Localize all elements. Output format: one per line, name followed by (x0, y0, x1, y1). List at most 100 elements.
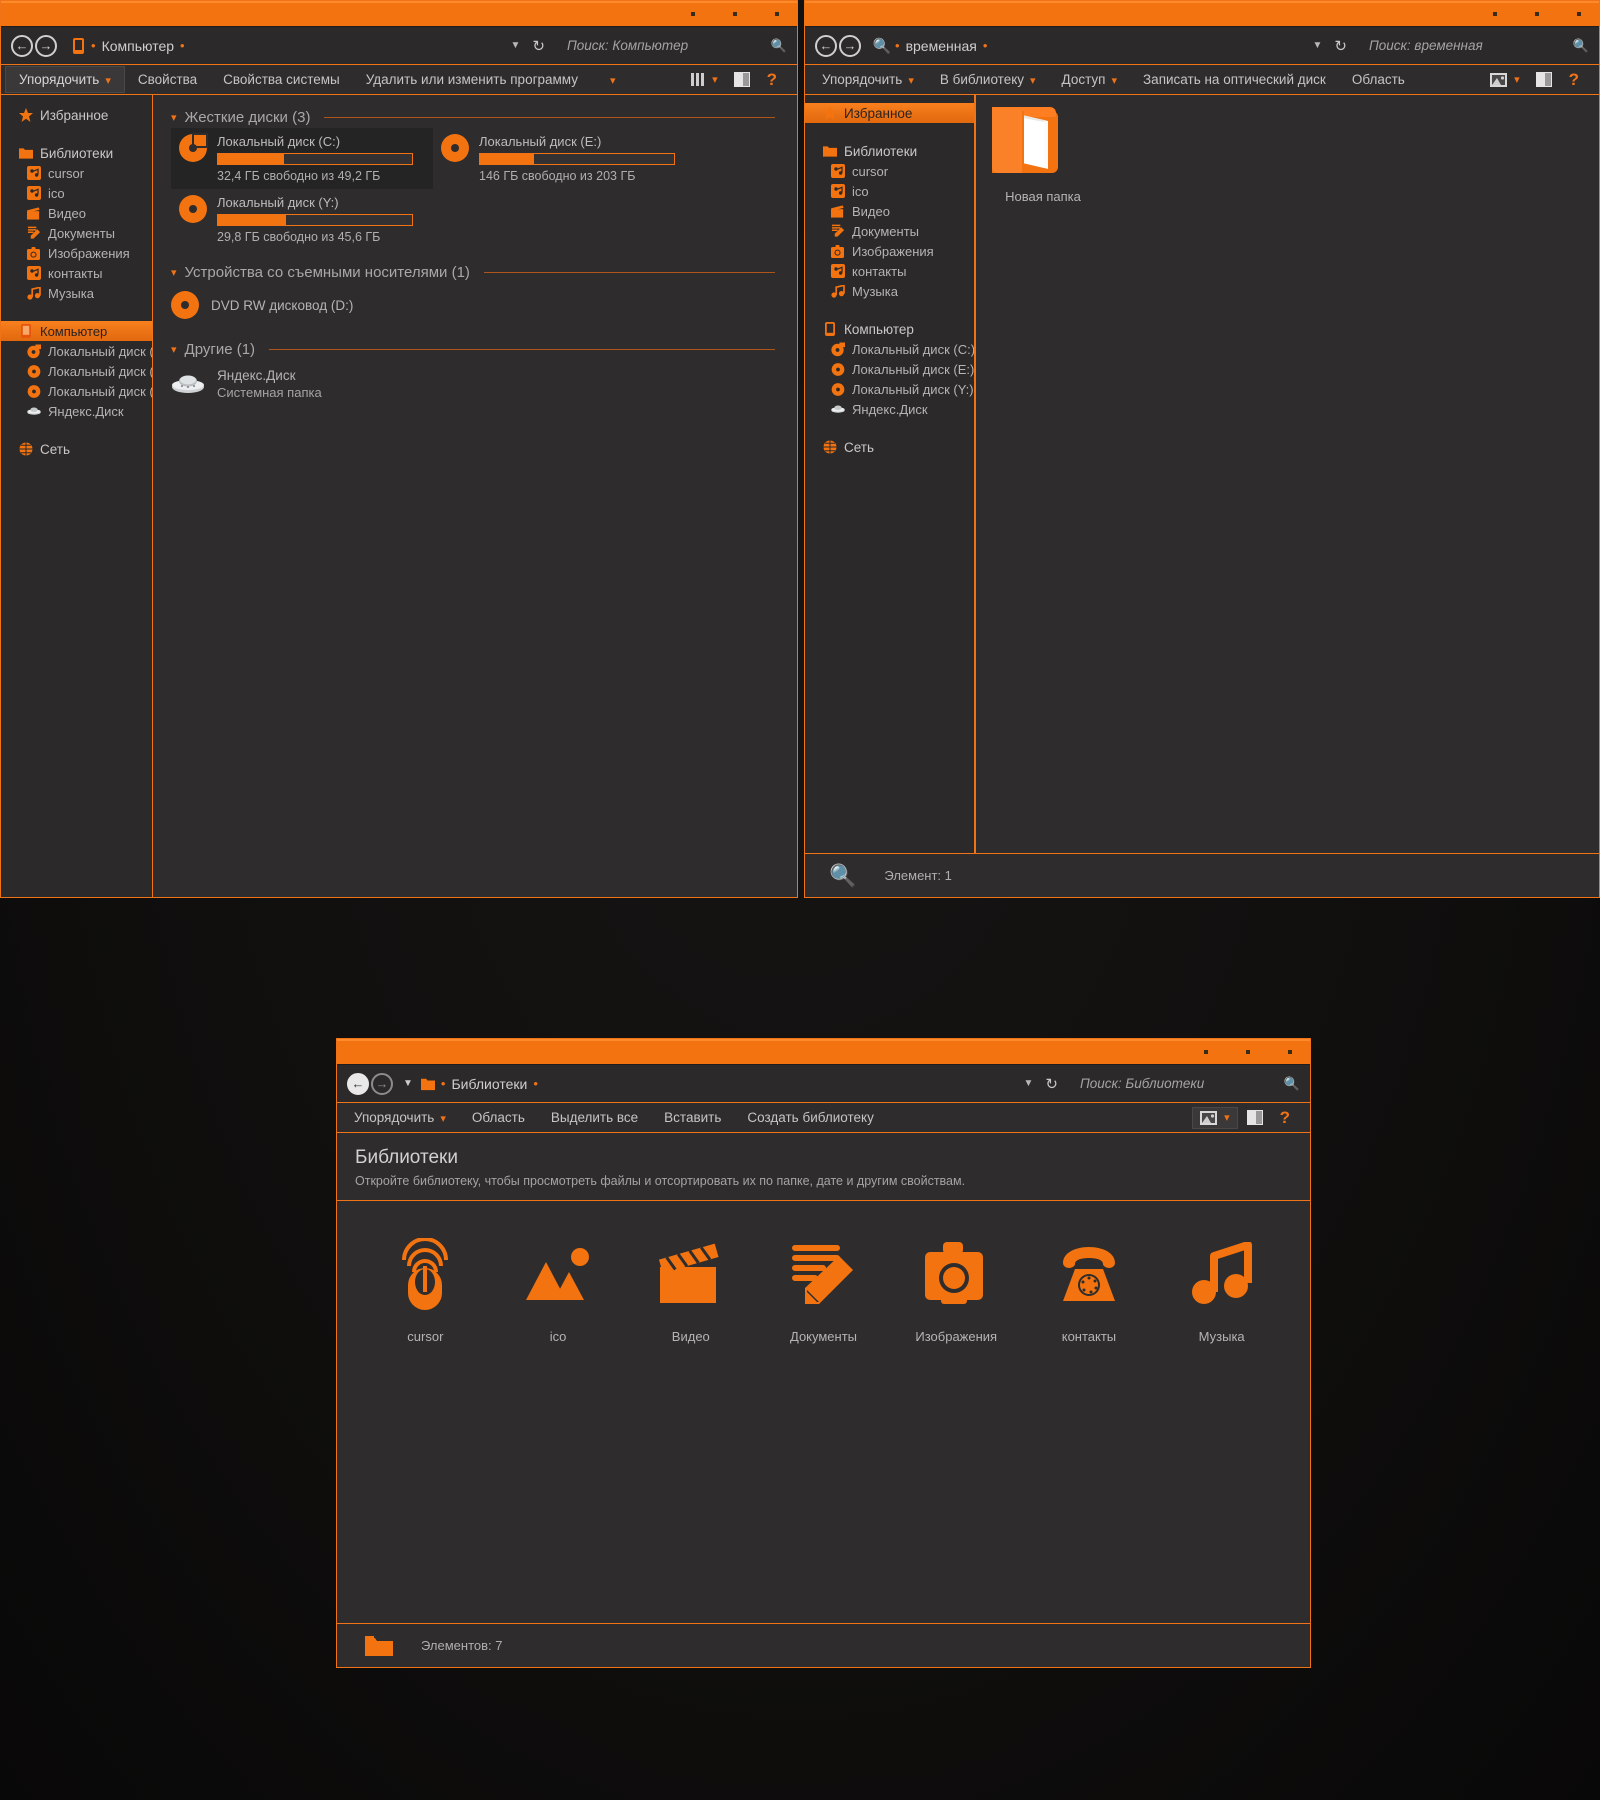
sidebar-library-list[interactable]: cursor ico Видео Документы Изображения контак… (805, 161, 974, 301)
forward-button[interactable]: → (839, 34, 861, 57)
sidebar-item-favorites[interactable]: Избранное (1, 105, 152, 125)
address-bar[interactable]: ← → 🔍 • временная • ▼ ↻ Поиск: временная… (805, 27, 1599, 65)
sidebar-item-drive[interactable]: Локальный диск (C:) (805, 339, 974, 359)
sidebar-item-drive[interactable]: Локальный диск (Y:) (805, 379, 974, 399)
view-mode-button[interactable]: ▾ (683, 69, 725, 90)
content-pane[interactable]: Новая папка (975, 95, 1599, 853)
sidebar-item-library[interactable]: ico (1, 183, 152, 203)
breadcrumb-label[interactable]: Библиотеки (451, 1076, 527, 1092)
sidebar-item-library[interactable]: Документы (1, 223, 152, 243)
pane-button[interactable]: Область (459, 1105, 538, 1130)
sidebar-item-network[interactable]: Сеть (805, 437, 974, 457)
sidebar-item-library[interactable]: Видео (805, 201, 974, 221)
refresh-icon[interactable]: ↻ (532, 37, 545, 55)
search-input[interactable]: Поиск: Компьютер 🔍 (557, 38, 787, 54)
toolbar[interactable]: Упорядочить ▾ Свойства Свойства системы У… (1, 65, 797, 95)
sidebar-item-libraries[interactable]: Библиотеки (1, 143, 152, 163)
content-pane[interactable]: ▾ Жесткие диски (3) Локальный диск (C:) … (153, 95, 797, 897)
sidebar-item-drive[interactable]: Локальный диск (C:) (1, 341, 152, 361)
library-grid[interactable]: cursor ico Видео Документы Изображения контак… (337, 1201, 1310, 1344)
to-library-button[interactable]: В библиотеку ▾ (927, 67, 1049, 92)
close-button[interactable] (1577, 12, 1581, 16)
select-all-button[interactable]: Выделить все (538, 1105, 651, 1130)
library-item[interactable]: Документы (763, 1235, 884, 1344)
window-temp-folder[interactable]: ← → 🔍 • временная • ▼ ↻ Поиск: временная… (804, 0, 1600, 898)
system-properties-button[interactable]: Свойства системы (210, 67, 353, 92)
maximize-button[interactable] (733, 12, 737, 16)
sidebar-item-drive[interactable]: Локальный диск (Y:) (1, 381, 152, 401)
breadcrumb-label[interactable]: временная (906, 38, 977, 54)
help-button[interactable]: ? (1272, 1108, 1298, 1128)
window-controls[interactable] (1204, 1039, 1292, 1065)
breadcrumb-label[interactable]: Компьютер (102, 38, 174, 54)
breadcrumb[interactable]: • Компьютер • (71, 37, 185, 54)
search-input[interactable]: Поиск: временная 🔍 (1359, 38, 1589, 54)
organize-button[interactable]: Упорядочить ▾ (341, 1105, 459, 1130)
view-mode-button[interactable]: ▾ (1192, 1106, 1238, 1129)
help-button[interactable]: ? (1561, 70, 1587, 90)
library-item[interactable]: Музыка (1161, 1235, 1282, 1344)
window-libraries[interactable]: ← → ▼ • Библиотеки • ▼ ↻ Поиск: Библиоте… (336, 1038, 1311, 1668)
back-button[interactable]: ← (347, 1072, 369, 1095)
library-item[interactable]: Изображения (896, 1235, 1017, 1344)
window-controls[interactable] (1493, 1, 1581, 27)
burn-button[interactable]: Записать на оптический диск (1130, 67, 1339, 92)
create-library-button[interactable]: Создать библиотеку (734, 1105, 886, 1130)
titlebar[interactable] (805, 1, 1599, 27)
titlebar[interactable] (1, 1, 797, 27)
sidebar-library-list[interactable]: cursor ico Видео Документы Изображения контак… (1, 163, 152, 303)
maximize-button[interactable] (1246, 1050, 1250, 1054)
sidebar-item-library[interactable]: контакты (805, 261, 974, 281)
forward-button[interactable]: → (371, 1072, 393, 1095)
sidebar-item-library[interactable]: Видео (1, 203, 152, 223)
minimize-button[interactable] (1204, 1050, 1208, 1054)
sidebar-item-drive[interactable]: Локальный диск (E:) (805, 359, 974, 379)
window-computer[interactable]: ← → • Компьютер • ▼ ↻ Поиск: Компьютер 🔍… (0, 0, 798, 898)
sidebar-item-computer[interactable]: Компьютер (805, 319, 974, 339)
preview-pane-button[interactable] (1529, 69, 1559, 90)
organize-button[interactable]: Упорядочить ▾ (5, 66, 125, 93)
close-button[interactable] (1288, 1050, 1292, 1054)
breadcrumb[interactable]: 🔍 • временная • (873, 38, 988, 55)
chevron-down-icon[interactable]: ▼ (511, 40, 521, 51)
pane-button[interactable]: Область (1339, 67, 1418, 92)
preview-pane-button[interactable] (1240, 1107, 1270, 1128)
back-button[interactable]: ← (815, 34, 837, 57)
chevron-down-icon[interactable]: ▼ (1313, 40, 1323, 51)
sidebar[interactable]: Избранное Библиотеки cursor ico Видео Докум… (1, 95, 153, 897)
library-item[interactable]: cursor (365, 1235, 486, 1344)
address-bar[interactable]: ← → • Компьютер • ▼ ↻ Поиск: Компьютер 🔍 (1, 27, 797, 65)
organize-button[interactable]: Упорядочить ▾ (809, 67, 927, 92)
history-dropdown-icon[interactable]: ▼ (403, 1078, 413, 1089)
removable-item[interactable]: DVD RW дисковод (D:) (153, 283, 797, 327)
library-item[interactable]: ico (498, 1235, 619, 1344)
drive-tile[interactable]: Локальный диск (E:) 146 ГБ свободно из 2… (433, 128, 695, 189)
toolbar[interactable]: Упорядочить ▾ В библиотеку ▾ Доступ ▾ Запис… (805, 65, 1599, 95)
sidebar-item-library[interactable]: Документы (805, 221, 974, 241)
window-controls[interactable] (691, 1, 779, 27)
sidebar-drive-list[interactable]: Локальный диск (C:) Локальный диск (E:) Ло… (1, 341, 152, 421)
sidebar-item-library[interactable]: Музыка (1, 283, 152, 303)
preview-pane-button[interactable] (727, 69, 757, 90)
sidebar-item-computer[interactable]: Компьютер (1, 321, 152, 341)
search-input[interactable]: Поиск: Библиотеки 🔍 (1070, 1076, 1300, 1092)
sidebar-item-drive[interactable]: Яндекс.Диск (1, 401, 152, 421)
library-item[interactable]: контакты (1029, 1235, 1150, 1344)
sidebar-item-library[interactable]: Изображения (805, 241, 974, 261)
sidebar[interactable]: Избранное Библиотеки cursor ico Видео Докум… (805, 95, 975, 853)
back-button[interactable]: ← (11, 34, 33, 57)
minimize-button[interactable] (691, 12, 695, 16)
share-button[interactable]: Доступ ▾ (1049, 67, 1130, 92)
view-mode-button[interactable]: ▾ (1483, 70, 1527, 90)
uninstall-change-button[interactable]: Удалить или изменить программу (353, 67, 591, 92)
overflow-button[interactable]: ▾ (591, 67, 629, 92)
titlebar[interactable] (337, 1039, 1310, 1065)
help-button[interactable]: ? (759, 70, 785, 90)
sidebar-item-library[interactable]: cursor (1, 163, 152, 183)
maximize-button[interactable] (1535, 12, 1539, 16)
library-item[interactable]: Видео (630, 1235, 751, 1344)
paste-button[interactable]: Вставить (651, 1105, 734, 1130)
list-item[interactable]: Новая папка (988, 95, 1098, 204)
sidebar-item-network[interactable]: Сеть (1, 439, 152, 459)
sidebar-drive-list[interactable]: Локальный диск (C:) Локальный диск (E:) Ло… (805, 339, 974, 419)
